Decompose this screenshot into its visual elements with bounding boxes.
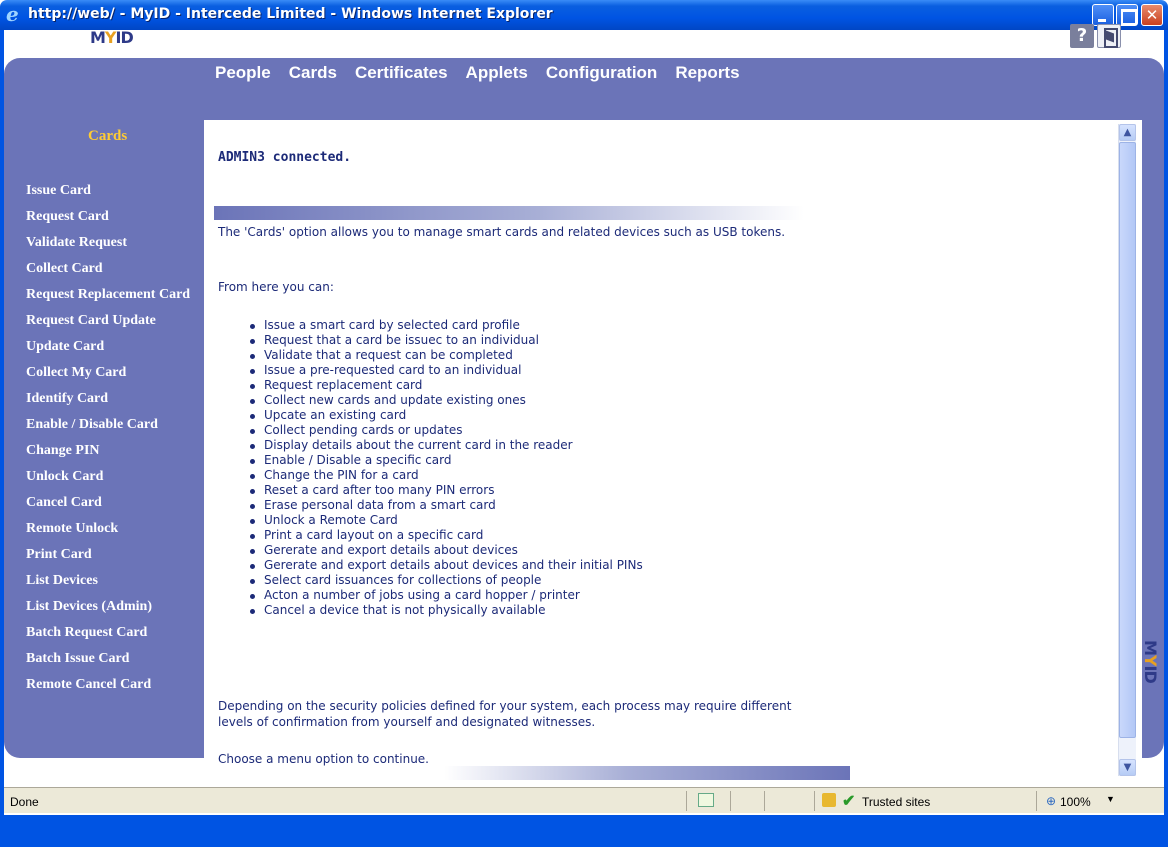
list-item: Collect new cards and update existing on… — [250, 393, 643, 408]
connection-status: ADMIN3 connected. — [218, 150, 352, 165]
divider-bar-bottom — [444, 766, 850, 780]
status-separator — [1036, 791, 1037, 811]
maximize-icon — [1117, 5, 1137, 25]
list-item: Change the PIN for a card — [250, 468, 643, 483]
list-item: Gererate and export details about device… — [250, 543, 643, 558]
list-item: Reset a card after too many PIN errors — [250, 483, 643, 498]
nav-certificates[interactable]: Certificates — [355, 62, 448, 84]
window-title: http://web/ - MyID - Intercede Limited -… — [28, 6, 553, 22]
minimize-button[interactable] — [1092, 4, 1114, 26]
zoom-level[interactable]: 100% — [1060, 795, 1091, 809]
sidebar-item-remote-unlock[interactable]: Remote Unlock — [26, 521, 198, 536]
top-navigation: People Cards Certificates Applets Config… — [215, 62, 758, 84]
nav-configuration[interactable]: Configuration — [546, 62, 657, 84]
status-separator — [764, 791, 765, 811]
list-item: Enable / Disable a specific card — [250, 453, 643, 468]
vertical-scrollbar[interactable]: ▲ ▼ — [1118, 124, 1136, 776]
sidebar-item-identify-card[interactable]: Identify Card — [26, 391, 198, 406]
list-item: Acton a number of jobs using a card hopp… — [250, 588, 643, 603]
sidebar-item-batch-request-card[interactable]: Batch Request Card — [26, 625, 198, 640]
myid-logo: MYID — [90, 28, 134, 47]
sidebar-item-collect-my-card[interactable]: Collect My Card — [26, 365, 198, 380]
scroll-down-button[interactable]: ▼ — [1119, 759, 1136, 776]
status-text: Done — [10, 795, 39, 809]
exit-button[interactable] — [1097, 24, 1121, 48]
sidebar-item-batch-issue-card[interactable]: Batch Issue Card — [26, 651, 198, 666]
sidebar-item-request-replacement-card[interactable]: Request Replacement Card — [26, 287, 198, 302]
sidebar-item-remote-cancel-card[interactable]: Remote Cancel Card — [26, 677, 198, 692]
chevron-down-icon[interactable]: ▼ — [1106, 794, 1115, 804]
myid-side-logo: MYID — [1141, 640, 1160, 683]
list-item: Issue a smart card by selected card prof… — [250, 318, 643, 333]
status-separator — [814, 791, 815, 811]
close-button[interactable]: ✕ — [1141, 4, 1163, 26]
sidebar-item-enable-disable-card[interactable]: Enable / Disable Card — [26, 417, 198, 432]
list-item: Validate that a request can be completed — [250, 348, 643, 363]
nav-reports[interactable]: Reports — [675, 62, 739, 84]
sidebar-item-list-devices[interactable]: List Devices — [26, 573, 198, 588]
sidebar-title: Cards — [88, 128, 128, 144]
sidebar-item-cancel-card[interactable]: Cancel Card — [26, 495, 198, 510]
sidebar-menu: Issue Card Request Card Validate Request… — [26, 183, 198, 703]
divider-bar — [214, 206, 804, 220]
intro-text: The 'Cards' option allows you to manage … — [218, 225, 786, 239]
help-button[interactable]: ? — [1070, 24, 1094, 48]
sidebar-item-update-card[interactable]: Update Card — [26, 339, 198, 354]
list-item: Request replacement card — [250, 378, 643, 393]
sidebar-item-print-card[interactable]: Print Card — [26, 547, 198, 562]
sidebar-item-validate-request[interactable]: Validate Request — [26, 235, 198, 250]
from-here-text: From here you can: — [218, 280, 334, 294]
close-icon: ✕ — [1145, 6, 1159, 24]
list-item: Display details about the current card i… — [250, 438, 643, 453]
ie-logo-icon: e — [6, 2, 19, 26]
sidebar-item-list-devices-admin[interactable]: List Devices (Admin) — [26, 599, 198, 614]
sidebar-item-request-card-update[interactable]: Request Card Update — [26, 313, 198, 328]
list-item: Print a card layout on a specific card — [250, 528, 643, 543]
scroll-up-button[interactable]: ▲ — [1119, 124, 1136, 141]
list-item: Upcate an existing card — [250, 408, 643, 423]
feature-list: Issue a smart card by selected card prof… — [250, 318, 643, 618]
title-bar: e http://web/ - MyID - Intercede Limited… — [0, 0, 1168, 30]
sidebar-item-change-pin[interactable]: Change PIN — [26, 443, 198, 458]
content-area: ADMIN3 connected. The 'Cards' option all… — [204, 120, 1142, 784]
sidebar-item-unlock-card[interactable]: Unlock Card — [26, 469, 198, 484]
status-separator — [730, 791, 731, 811]
nav-cards[interactable]: Cards — [289, 62, 337, 84]
list-item: Select card issuances for collections of… — [250, 573, 643, 588]
sidebar-item-request-card[interactable]: Request Card — [26, 209, 198, 224]
zone-icon[interactable] — [698, 793, 714, 807]
minimize-icon — [1093, 5, 1113, 25]
sidebar-item-collect-card[interactable]: Collect Card — [26, 261, 198, 276]
maximize-button[interactable] — [1116, 4, 1138, 26]
nav-applets[interactable]: Applets — [466, 62, 528, 84]
list-item: Cancel a device that is not physically a… — [250, 603, 643, 618]
scroll-thumb[interactable] — [1119, 142, 1136, 738]
policy-text: Depending on the security policies defin… — [218, 699, 792, 729]
zoom-icon[interactable]: ⊕ — [1046, 794, 1056, 808]
choose-text: Choose a menu option to continue. — [218, 752, 429, 766]
list-item: Collect pending cards or updates — [250, 423, 643, 438]
status-bar: Done ✔ Trusted sites ⊕ 100% ▼ — [4, 787, 1164, 813]
protected-mode-icon[interactable] — [822, 793, 836, 807]
list-item: Unlock a Remote Card — [250, 513, 643, 528]
check-icon: ✔ — [842, 793, 856, 810]
list-item: Gererate and export details about device… — [250, 558, 643, 573]
list-item: Issue a pre-requested card to an individ… — [250, 363, 643, 378]
list-item: Request that a card be issuec to an indi… — [250, 333, 643, 348]
security-zone[interactable]: Trusted sites — [862, 795, 930, 809]
nav-people[interactable]: People — [215, 62, 271, 84]
sidebar-item-issue-card[interactable]: Issue Card — [26, 183, 198, 198]
list-item: Erase personal data from a smart card — [250, 498, 643, 513]
status-separator — [686, 791, 687, 811]
